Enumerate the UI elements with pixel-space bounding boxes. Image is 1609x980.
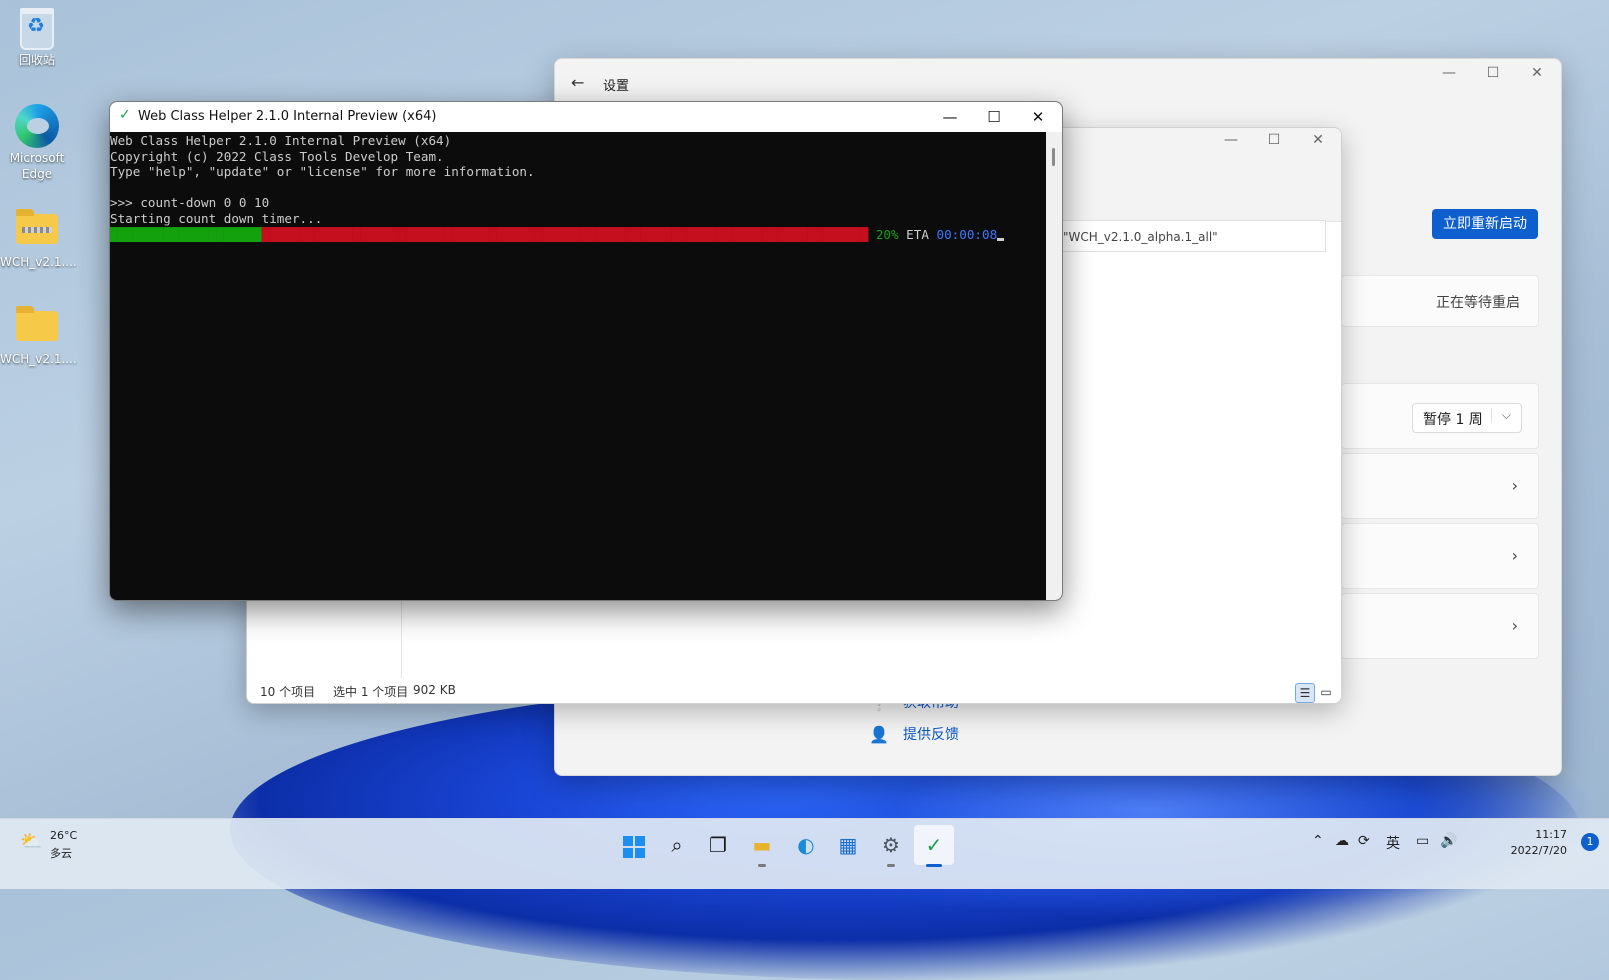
cloud-icon[interactable]: ☁ <box>1335 833 1349 849</box>
update-status-card: 正在等待重启 <box>1341 275 1539 327</box>
navigation-pane <box>247 598 402 678</box>
desktop-icon-edge[interactable]: Microsoft Edge <box>0 104 74 182</box>
network-icon[interactable]: ▭ <box>1416 833 1429 849</box>
minimize-icon[interactable]: — <box>1429 65 1469 81</box>
edge-icon <box>15 104 59 148</box>
edge-taskbar-button[interactable]: ◐ <box>786 825 826 865</box>
settings-taskbar-button[interactable]: ⚙ <box>871 825 911 867</box>
status-bar: 10 个项目 选中 1 个项目 902 KB ☰ ▭ <box>247 677 1341 703</box>
chevron-up-icon[interactable]: ⌃ <box>1312 833 1324 849</box>
wch-icon: ✓ <box>925 833 943 857</box>
chevron-down-icon: ⌵ <box>1490 408 1511 423</box>
item-count: 10 个项目 <box>260 685 316 699</box>
close-icon[interactable]: ✕ <box>1517 65 1557 81</box>
close-icon[interactable]: ✕ <box>1298 132 1338 148</box>
clock-time: 11:17 <box>1535 828 1567 841</box>
chevron-right-icon: › <box>1511 546 1518 565</box>
start-button[interactable] <box>614 825 654 865</box>
weather-temperature: 26°C <box>50 829 78 842</box>
console-output[interactable]: Web Class Helper 2.1.0 Internal Preview … <box>110 132 1005 242</box>
volume-icon[interactable]: 🔊 <box>1440 833 1457 849</box>
console-titlebar: ✓ Web Class Helper 2.1.0 Internal Previe… <box>110 102 1062 132</box>
restart-now-button[interactable]: 立即重新启动 <box>1432 209 1538 239</box>
partly-cloudy-icon: ⛅ <box>20 831 43 852</box>
running-indicator <box>758 864 766 867</box>
pending-restart-text: 正在等待重启 <box>1436 295 1520 311</box>
settings-icon: ⚙ <box>882 833 900 857</box>
desktop-icon-label: Microsoft Edge <box>9 151 65 181</box>
settings-row[interactable]: › <box>1341 523 1539 589</box>
scrollbar-thumb[interactable] <box>1052 148 1055 166</box>
edge-icon: ◐ <box>797 833 815 857</box>
wch-app-icon: ✓ <box>119 107 131 123</box>
console-scrollbar[interactable] <box>1046 132 1062 600</box>
settings-title: 设置 <box>603 79 630 94</box>
input-method-indicator[interactable]: 英 <box>1386 833 1400 853</box>
maximize-icon[interactable]: ☐ <box>972 105 1016 129</box>
back-arrow-icon[interactable]: ← <box>571 73 584 92</box>
running-indicator <box>887 864 895 867</box>
close-icon[interactable]: ✕ <box>1016 105 1060 129</box>
settings-row[interactable]: › <box>1341 453 1539 519</box>
windows-logo-icon <box>623 835 645 858</box>
tiles-view-icon[interactable]: ▭ <box>1317 683 1335 701</box>
file-explorer-taskbar-button[interactable]: ▬ <box>742 825 782 867</box>
text-cursor <box>997 238 1005 242</box>
settings-row[interactable]: › <box>1341 593 1539 659</box>
folder-icon <box>16 306 58 341</box>
console-title: Web Class Helper 2.1.0 Internal Preview … <box>138 109 437 124</box>
task-view-button[interactable]: ❐ <box>698 825 738 865</box>
store-taskbar-button[interactable]: ▦ <box>828 825 868 865</box>
taskbar: ⛅ 26°C 多云 ⌕ ❐ ▬ ◐ ▦ ⚙ ✓ ⌃ ☁ ⟳ 英 ▭ 🔊 11:1… <box>0 818 1609 889</box>
store-icon: ▦ <box>838 833 858 857</box>
feedback-link[interactable]: 👤 提供反馈 <box>869 721 959 753</box>
console-line: Type "help", "update" or "license" for m… <box>110 164 535 180</box>
selected-count: 选中 1 个项目 <box>333 685 409 699</box>
minimize-icon[interactable]: — <box>928 105 972 129</box>
console-line: Copyright (c) 2022 Class Tools Develop T… <box>110 148 444 164</box>
task-view-icon: ❐ <box>709 833 727 857</box>
feedback-icon: 👤 <box>869 725 889 744</box>
notification-badge[interactable]: 1 <box>1581 833 1599 851</box>
zip-folder-icon <box>16 209 58 244</box>
clock-date: 2022/7/20 <box>1510 844 1567 857</box>
selected-size: 902 KB <box>413 683 456 697</box>
progress-percent: 20% <box>868 226 899 242</box>
console-line: >>> count-down 0 0 10 <box>110 195 270 211</box>
minimize-icon[interactable]: — <box>1211 132 1251 148</box>
search-box[interactable]: "WCH_v2.1.0_alpha.1_all" <box>1058 220 1326 252</box>
search-icon: ⌕ <box>671 833 683 857</box>
desktop-icon-label: WCH_v2.1.... <box>0 255 77 269</box>
desktop-icon-label: 回收站 <box>18 53 55 67</box>
file-explorer-icon: ▬ <box>752 833 772 857</box>
settings-titlebar: ← 设置 — ☐ ✕ <box>555 59 1561 107</box>
details-view-icon[interactable]: ☰ <box>1295 683 1315 703</box>
chevron-right-icon: › <box>1511 616 1518 635</box>
search-button[interactable]: ⌕ <box>657 825 697 865</box>
console-line: Starting count down timer... <box>110 210 323 226</box>
progress-bar-done: ████████████████████ <box>110 226 262 242</box>
eta-value: 00:00:08 <box>936 226 998 242</box>
pause-duration-value: 暂停 1 周 <box>1423 412 1483 428</box>
desktop-icon-recycle-bin[interactable]: 回收站 <box>0 8 74 68</box>
desktop-icon-label: WCH_v2.1.... <box>0 352 77 366</box>
active-indicator <box>926 864 942 867</box>
desktop-icon-zip[interactable]: WCH_v2.1.... <box>0 206 77 270</box>
recycle-bin-icon <box>20 8 54 50</box>
maximize-icon[interactable]: ☐ <box>1473 65 1513 81</box>
pause-duration-dropdown[interactable]: 暂停 1 周 ⌵ <box>1412 403 1522 433</box>
eta-label: ETA <box>898 226 937 242</box>
clock[interactable]: 11:17 2022/7/20 <box>1511 827 1567 859</box>
progress-bar-remaining: ████████████████████████████████████████… <box>261 226 869 242</box>
chevron-right-icon: › <box>1511 476 1518 495</box>
weather-condition: 多云 <box>50 847 72 860</box>
pause-updates-card: 暂停 1 周 ⌵ <box>1341 383 1539 449</box>
maximize-icon[interactable]: ☐ <box>1254 132 1294 148</box>
wch-taskbar-button[interactable]: ✓ <box>914 825 954 867</box>
desktop-icon-folder[interactable]: WCH_v2.1.... <box>0 303 77 367</box>
console-window: ✓ Web Class Helper 2.1.0 Internal Previe… <box>109 101 1063 601</box>
sync-icon[interactable]: ⟳ <box>1358 833 1370 849</box>
feedback-label: 提供反馈 <box>903 727 959 743</box>
console-line: Web Class Helper 2.1.0 Internal Preview … <box>110 133 452 148</box>
